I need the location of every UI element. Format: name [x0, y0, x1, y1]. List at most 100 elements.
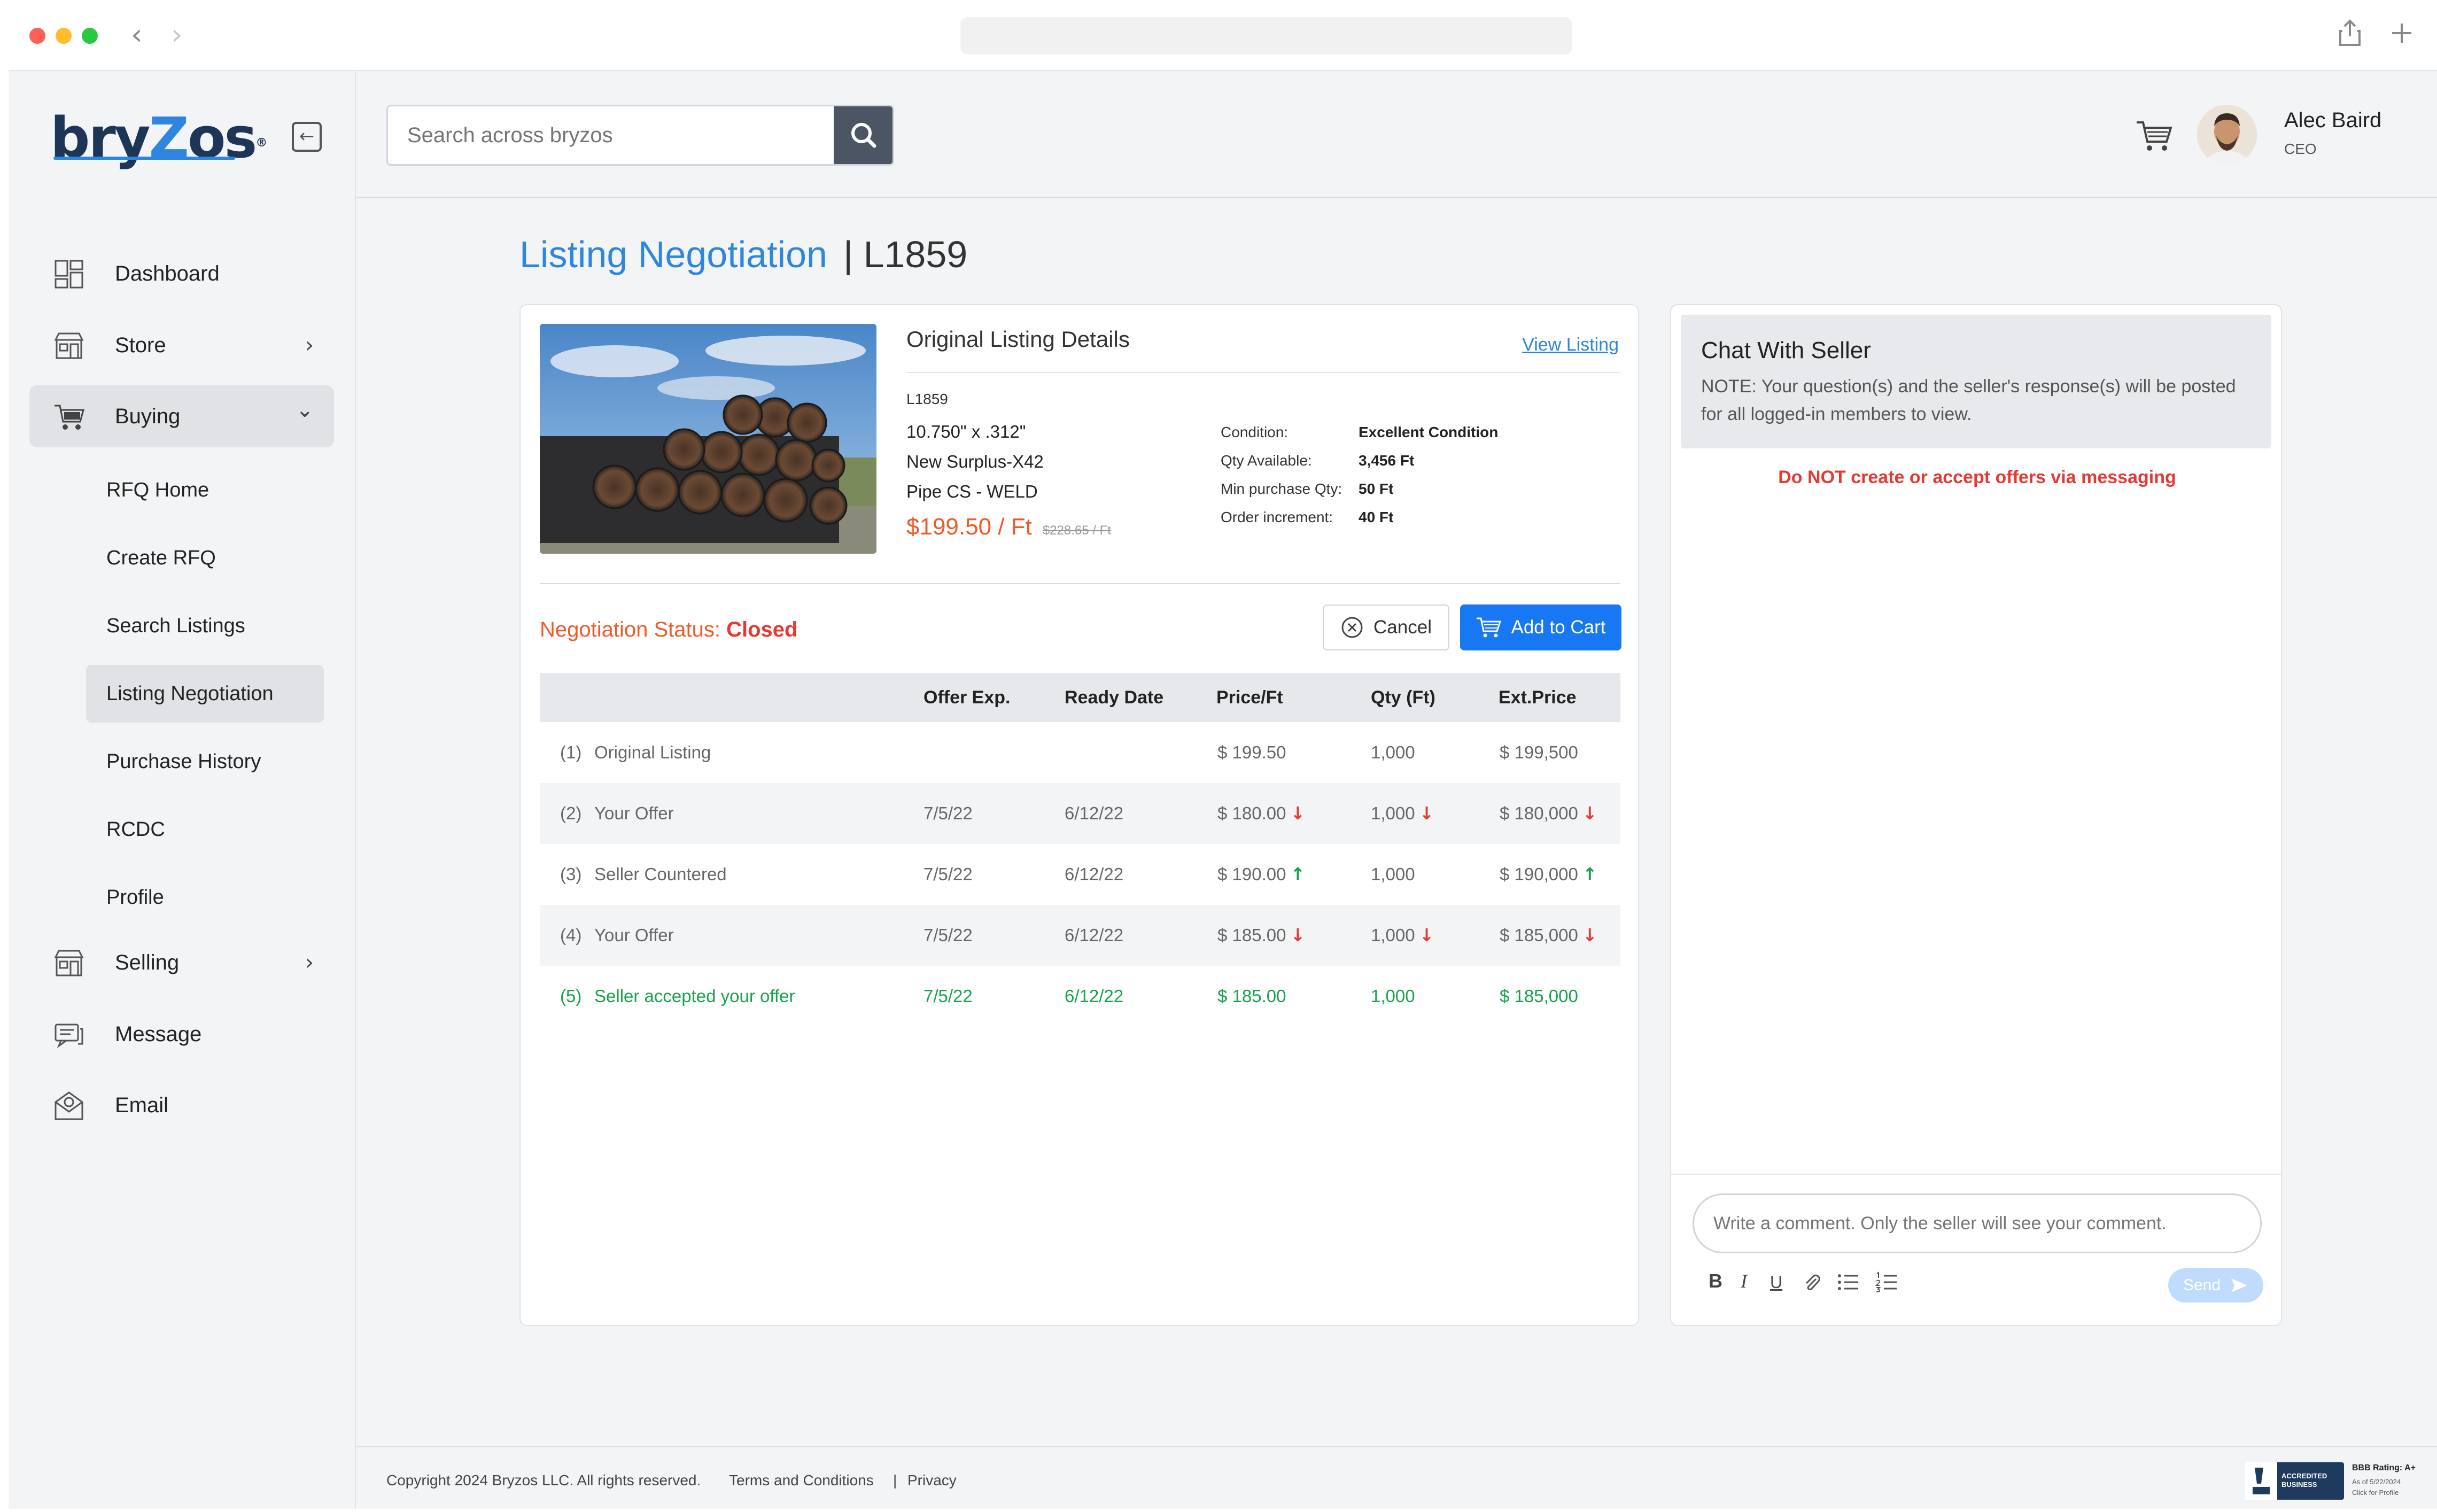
sidebar-subitem-search-listings[interactable]: Search Listings [86, 597, 324, 655]
chevron-right-icon[interactable]: › [171, 20, 183, 49]
user-name[interactable]: Alec Baird [2284, 108, 2381, 133]
sidebar-item-buying[interactable]: Buying ⌄ [29, 385, 334, 447]
cart-icon[interactable] [2136, 119, 2173, 152]
sidebar-subitem-label: Search Listings [106, 615, 245, 637]
row-qty: 1,000 ↓ [1371, 905, 1434, 966]
bbb-click-for-profile[interactable]: Click for Profile [2352, 1488, 2399, 1498]
negotiation-status: Negotiation Status: Closed [540, 618, 797, 642]
sidebar-item-selling[interactable]: Selling › [29, 932, 334, 994]
comment-input[interactable] [1693, 1193, 2262, 1253]
listing-photo[interactable] [540, 324, 876, 554]
attachment-icon[interactable] [1802, 1271, 1821, 1293]
chevron-down-icon: ⌄ [296, 398, 314, 422]
terms-link[interactable]: Terms and Conditions [729, 1472, 874, 1489]
listing-ref: | L1859 [843, 234, 968, 275]
status-label: Negotiation Status: [540, 618, 727, 641]
add-to-cart-button[interactable]: Add to Cart [1460, 604, 1621, 650]
ext-value: $ 190,000 [1500, 864, 1578, 884]
footer: Copyright 2024 Bryzos LLC. All rights re… [356, 1446, 2437, 1509]
logo-underline [53, 157, 235, 160]
chat-title: Chat With Seller [1701, 337, 1871, 363]
share-icon[interactable] [2338, 19, 2362, 53]
sidebar-subitem-purchase-history[interactable]: Purchase History [86, 733, 324, 790]
qty-value: 1,000 [1371, 742, 1415, 762]
qty-value: 1,000 [1371, 803, 1415, 823]
divider [906, 372, 1620, 373]
bbb-torch-icon [2245, 1462, 2277, 1500]
row-price: $ 185.00 ↓ [1217, 905, 1305, 966]
row-number: (4) [560, 925, 582, 945]
chat-note: NOTE: Your question(s) and the seller's … [1701, 376, 2236, 424]
row-ext-price: $ 190,000 ↑ [1500, 844, 1597, 905]
avatar[interactable] [2197, 105, 2257, 165]
plus-icon[interactable] [2390, 19, 2413, 51]
arrow-left-icon: ← [299, 126, 315, 147]
row-ready-date: 6/12/22 [1065, 986, 1124, 1006]
price-value: $ 180.00 [1217, 803, 1286, 823]
bbb-badge[interactable]: ACCREDITED BUSINESS [2245, 1462, 2344, 1500]
view-listing-link[interactable]: View Listing [1522, 335, 1619, 355]
arrow-up-icon: ↑ [1290, 864, 1306, 885]
search-button[interactable] [834, 106, 892, 164]
sidebar-item-label: Message [115, 1022, 202, 1046]
sidebar-item-store[interactable]: Store › [29, 314, 334, 376]
listing-spec-grade: New Surplus-X42 [906, 452, 1044, 471]
sidebar-subitem-create-rfq[interactable]: Create RFQ [86, 529, 324, 587]
ext-value: $ 185,000 [1500, 986, 1578, 1006]
sidebar-subitem-profile[interactable]: Profile [86, 869, 324, 926]
row-offer-exp: 7/5/22 [923, 925, 973, 945]
bold-button[interactable]: B [1709, 1270, 1722, 1292]
window-minimize-button[interactable] [56, 28, 72, 44]
address-bar[interactable] [960, 17, 1572, 55]
chevron-left-icon[interactable]: ‹ [131, 20, 143, 49]
sidebar-item-dashboard[interactable]: Dashboard [29, 243, 334, 305]
price-value: $ 190.00 [1217, 864, 1286, 884]
user-photo-icon [2197, 105, 2257, 165]
numbered-list-icon[interactable] [1875, 1271, 1898, 1293]
email-icon [55, 1091, 83, 1120]
row-offer-exp: 7/5/22 [923, 803, 973, 823]
detail-label: Condition: [1221, 424, 1289, 440]
window-close-button[interactable] [29, 28, 45, 44]
italic-button[interactable]: I [1741, 1270, 1747, 1292]
search-input[interactable] [388, 106, 837, 164]
underline-button[interactable]: U [1770, 1273, 1782, 1292]
row-ready-date: 6/12/22 [1065, 925, 1124, 945]
row-label: Your Offer [594, 925, 674, 945]
app-window: bryZos® ← Dashboard Store › Buying ⌄ RFQ… [9, 70, 2437, 1509]
detail-value-qty-available: 3,456 Ft [1359, 452, 1415, 469]
footer-separator: | [893, 1472, 897, 1488]
ext-value: $ 180,000 [1500, 803, 1578, 823]
cancel-button-label: Cancel [1373, 617, 1432, 638]
sidebar-item-email[interactable]: Email [29, 1074, 334, 1136]
arrow-down-icon: ↓ [1290, 925, 1306, 945]
arrow-down-icon: ↓ [1582, 925, 1597, 945]
column-header-ready-date: Ready Date [1065, 687, 1164, 708]
chat-header: Chat With Seller NOTE: Your question(s) … [1681, 315, 2271, 448]
send-button[interactable]: Send [2168, 1268, 2263, 1302]
listing-price: $199.50 / Ft $228.65 / Ft [906, 514, 1111, 540]
bullet-list-icon[interactable] [1837, 1271, 1859, 1293]
sidebar: bryZos® ← Dashboard Store › Buying ⌄ RFQ… [9, 71, 356, 1509]
privacy-link[interactable]: Privacy [907, 1472, 957, 1489]
old-price: $228.65 / Ft [1042, 523, 1111, 538]
row-ready-date: 6/12/22 [1065, 803, 1124, 823]
pipe-stack-image [540, 324, 876, 554]
cart-icon [1477, 617, 1502, 638]
top-header: Alec Baird ▾ CEO [356, 71, 2437, 198]
sidebar-item-label: Store [115, 334, 166, 357]
row-number: (5) [560, 986, 582, 1006]
chevron-right-icon: › [305, 333, 314, 358]
sidebar-subitem-listing-negotiation[interactable]: Listing Negotiation [86, 665, 324, 723]
sidebar-item-message[interactable]: Message [29, 1003, 334, 1065]
arrow-down-icon: ↓ [1419, 925, 1434, 945]
sidebar-subitem-rfq-home[interactable]: RFQ Home [86, 461, 324, 519]
window-zoom-button[interactable] [82, 28, 98, 44]
column-header-qty: Qty (Ft) [1371, 687, 1435, 708]
row-price: $ 180.00 ↓ [1217, 783, 1305, 844]
cancel-button[interactable]: Cancel [1323, 604, 1449, 650]
collapse-sidebar-button[interactable]: ← [292, 122, 322, 152]
sidebar-subitem-rcdc[interactable]: RCDC [86, 801, 324, 858]
row-qty: 1,000 [1371, 844, 1415, 905]
sidebar-subitem-label: RFQ Home [106, 479, 209, 501]
